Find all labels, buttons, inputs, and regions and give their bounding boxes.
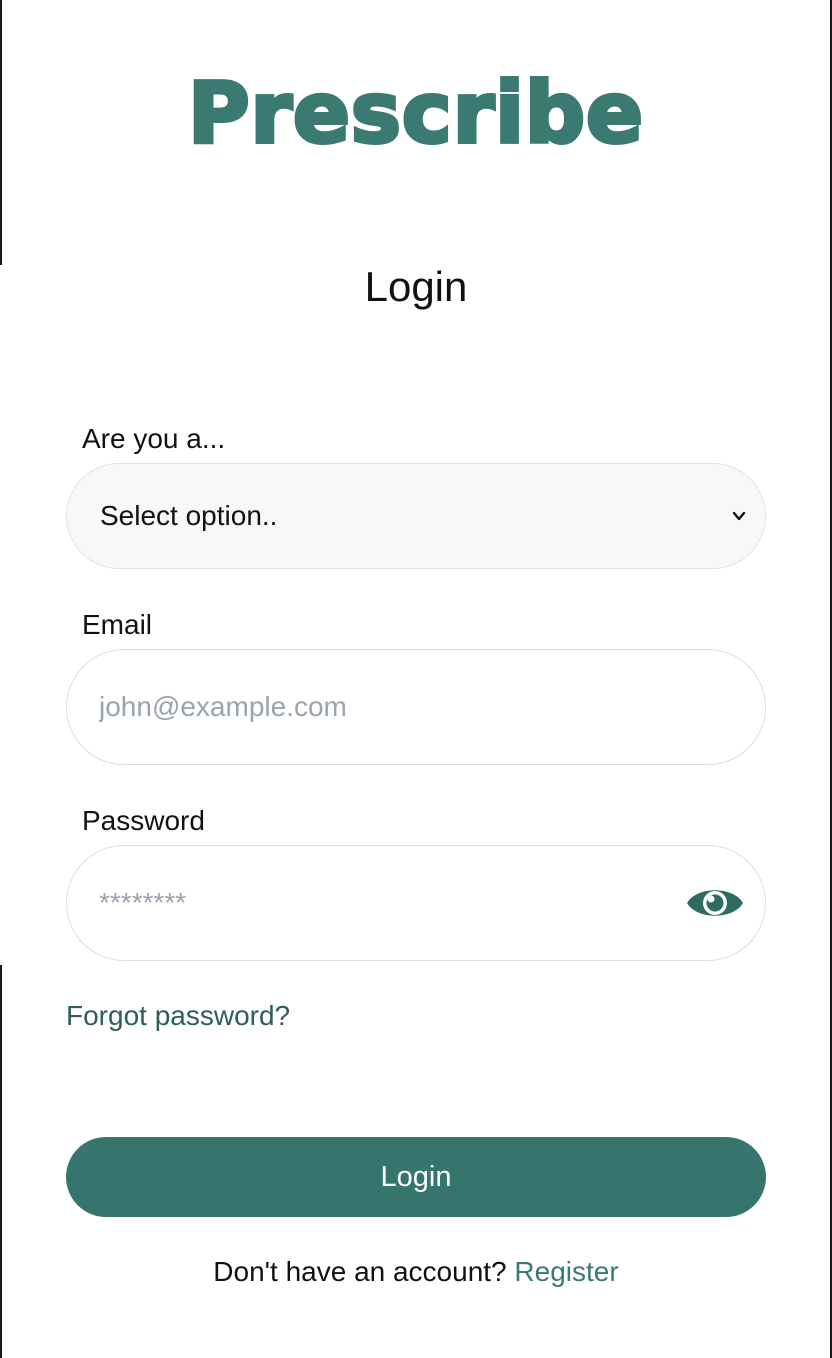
chevron-down-icon (732, 511, 746, 521)
no-account-text: Don't have an account? (213, 1256, 507, 1287)
email-field[interactable] (99, 650, 659, 764)
register-prompt: Don't have an account? Register (0, 1254, 832, 1290)
page-title: Login (364, 263, 468, 310)
login-button[interactable]: Login (66, 1137, 766, 1217)
role-label: Are you a... (82, 423, 226, 454)
password-field[interactable] (99, 846, 659, 960)
role-select-value: Select option.. (100, 500, 278, 531)
email-field-container (66, 649, 766, 765)
register-link[interactable]: Register (514, 1256, 618, 1287)
role-select[interactable]: Select option.. (66, 463, 766, 569)
eye-icon[interactable] (685, 882, 745, 924)
password-field-container (66, 845, 766, 961)
app-logo: Prescribe (186, 62, 645, 164)
password-label: Password (82, 805, 205, 836)
forgot-password-link[interactable]: Forgot password? (66, 998, 290, 1034)
email-label: Email (82, 609, 153, 640)
frame-edge-gap (0, 265, 2, 965)
